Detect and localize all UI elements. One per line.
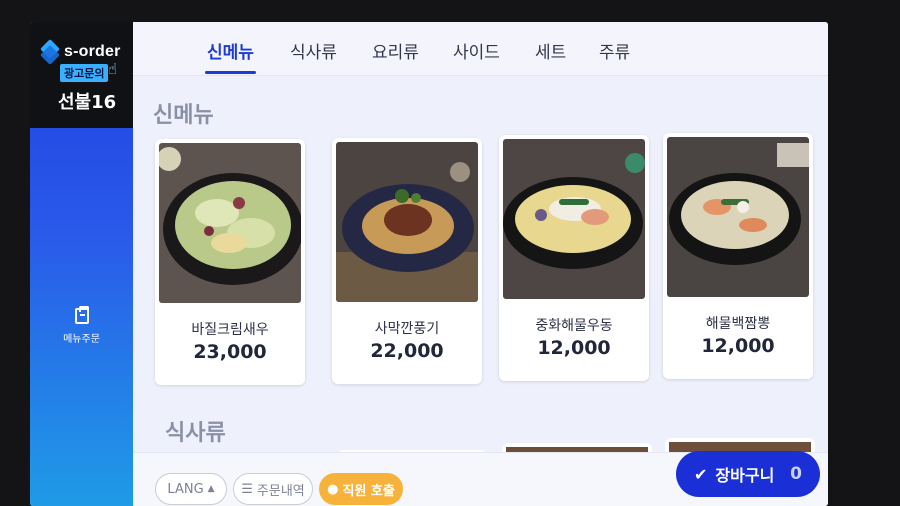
tab-dishes[interactable]: 요리류 [372,38,419,63]
tab-meals[interactable]: 식사류 [290,38,337,63]
menu-item-image [336,142,478,302]
brand-area: s-order 광고문의 ☝ 선불16 [30,22,133,128]
sidebar-item-label: 메뉴주문 [63,334,100,345]
menu-item-price: 12,000 [701,335,775,357]
menu-card-seafood-white-jjamppong[interactable]: 해물백짬뽕 12,000 [663,133,813,379]
cart-label: 장바구니 [715,466,775,485]
menu-content[interactable]: 신메뉴 바질크림새우 23,000 사막깐풍기 22,000 중화해물우동 12… [133,77,828,474]
language-label: LANG [167,481,204,497]
caret-up-icon: ▲ [207,484,215,494]
menu-item-name: 바질크림새우 [191,322,269,338]
section-title-new-menu: 신메뉴 [153,103,214,128]
menu-item-image [159,143,301,303]
menu-item-image [503,139,645,299]
menu-item-name: 해물백짬뽕 [705,316,771,332]
logo-icon [40,39,60,65]
bell-icon: ● [327,481,339,497]
logo-text: s-order [64,43,121,60]
bottom-bar: LANG ▲ ☰ 주문내역 ● 직원 호출 ✔ 장바구니 0 [133,451,828,506]
tab-sides[interactable]: 사이드 [453,38,500,63]
menu-item-name: 중화해물우동 [535,318,613,334]
menu-item-price: 12,000 [537,337,611,359]
menu-card-seafood-udon[interactable]: 중화해물우동 12,000 [499,135,649,381]
staff-call-button[interactable]: ● 직원 호출 [319,473,403,505]
cart-button[interactable]: ✔ 장바구니 0 [676,451,820,497]
sidebar: s-order 광고문의 ☝ 선불16 메뉴주문 [30,22,133,506]
table-number: 선불16 [58,92,117,113]
menu-item-name: 사막깐풍기 [374,321,440,337]
tab-drinks[interactable]: 주류 [599,38,630,63]
language-button[interactable]: LANG ▲ [155,473,227,505]
menu-card-desert-kkanpunggi[interactable]: 사막깐풍기 22,000 [332,138,482,384]
order-history-button[interactable]: ☰ 주문내역 [233,473,313,505]
tab-new-menu[interactable]: 신메뉴 [205,38,256,74]
menu-item-price: 22,000 [370,340,444,362]
pointer-hand-icon: ☝ [108,60,118,78]
clipboard-icon [74,306,89,324]
menu-lines-icon: ☰ [241,481,253,497]
menu-item-image [667,137,809,297]
section-title-meals: 식사류 [165,421,226,446]
order-history-label: 주문내역 [256,483,305,499]
menu-card-basil-cream-shrimp[interactable]: 바질크림새우 23,000 [155,139,305,385]
cart-count: 0 [790,464,802,484]
kiosk-screen: s-order 광고문의 ☝ 선불16 메뉴주문 신메뉴 식사류 요리류 사이드… [30,22,828,506]
tab-sets[interactable]: 세트 [535,38,566,63]
staff-call-label: 직원 호출 [342,483,395,499]
category-tabs: 신메뉴 식사류 요리류 사이드 세트 주류 ✕ [133,22,828,76]
logo: s-order [40,39,121,65]
ad-inquiry-badge[interactable]: 광고문의 [60,64,109,82]
sidebar-item-menu-order[interactable]: 메뉴주문 [30,306,133,345]
check-icon: ✔ [694,464,708,484]
menu-item-price: 23,000 [193,341,267,363]
